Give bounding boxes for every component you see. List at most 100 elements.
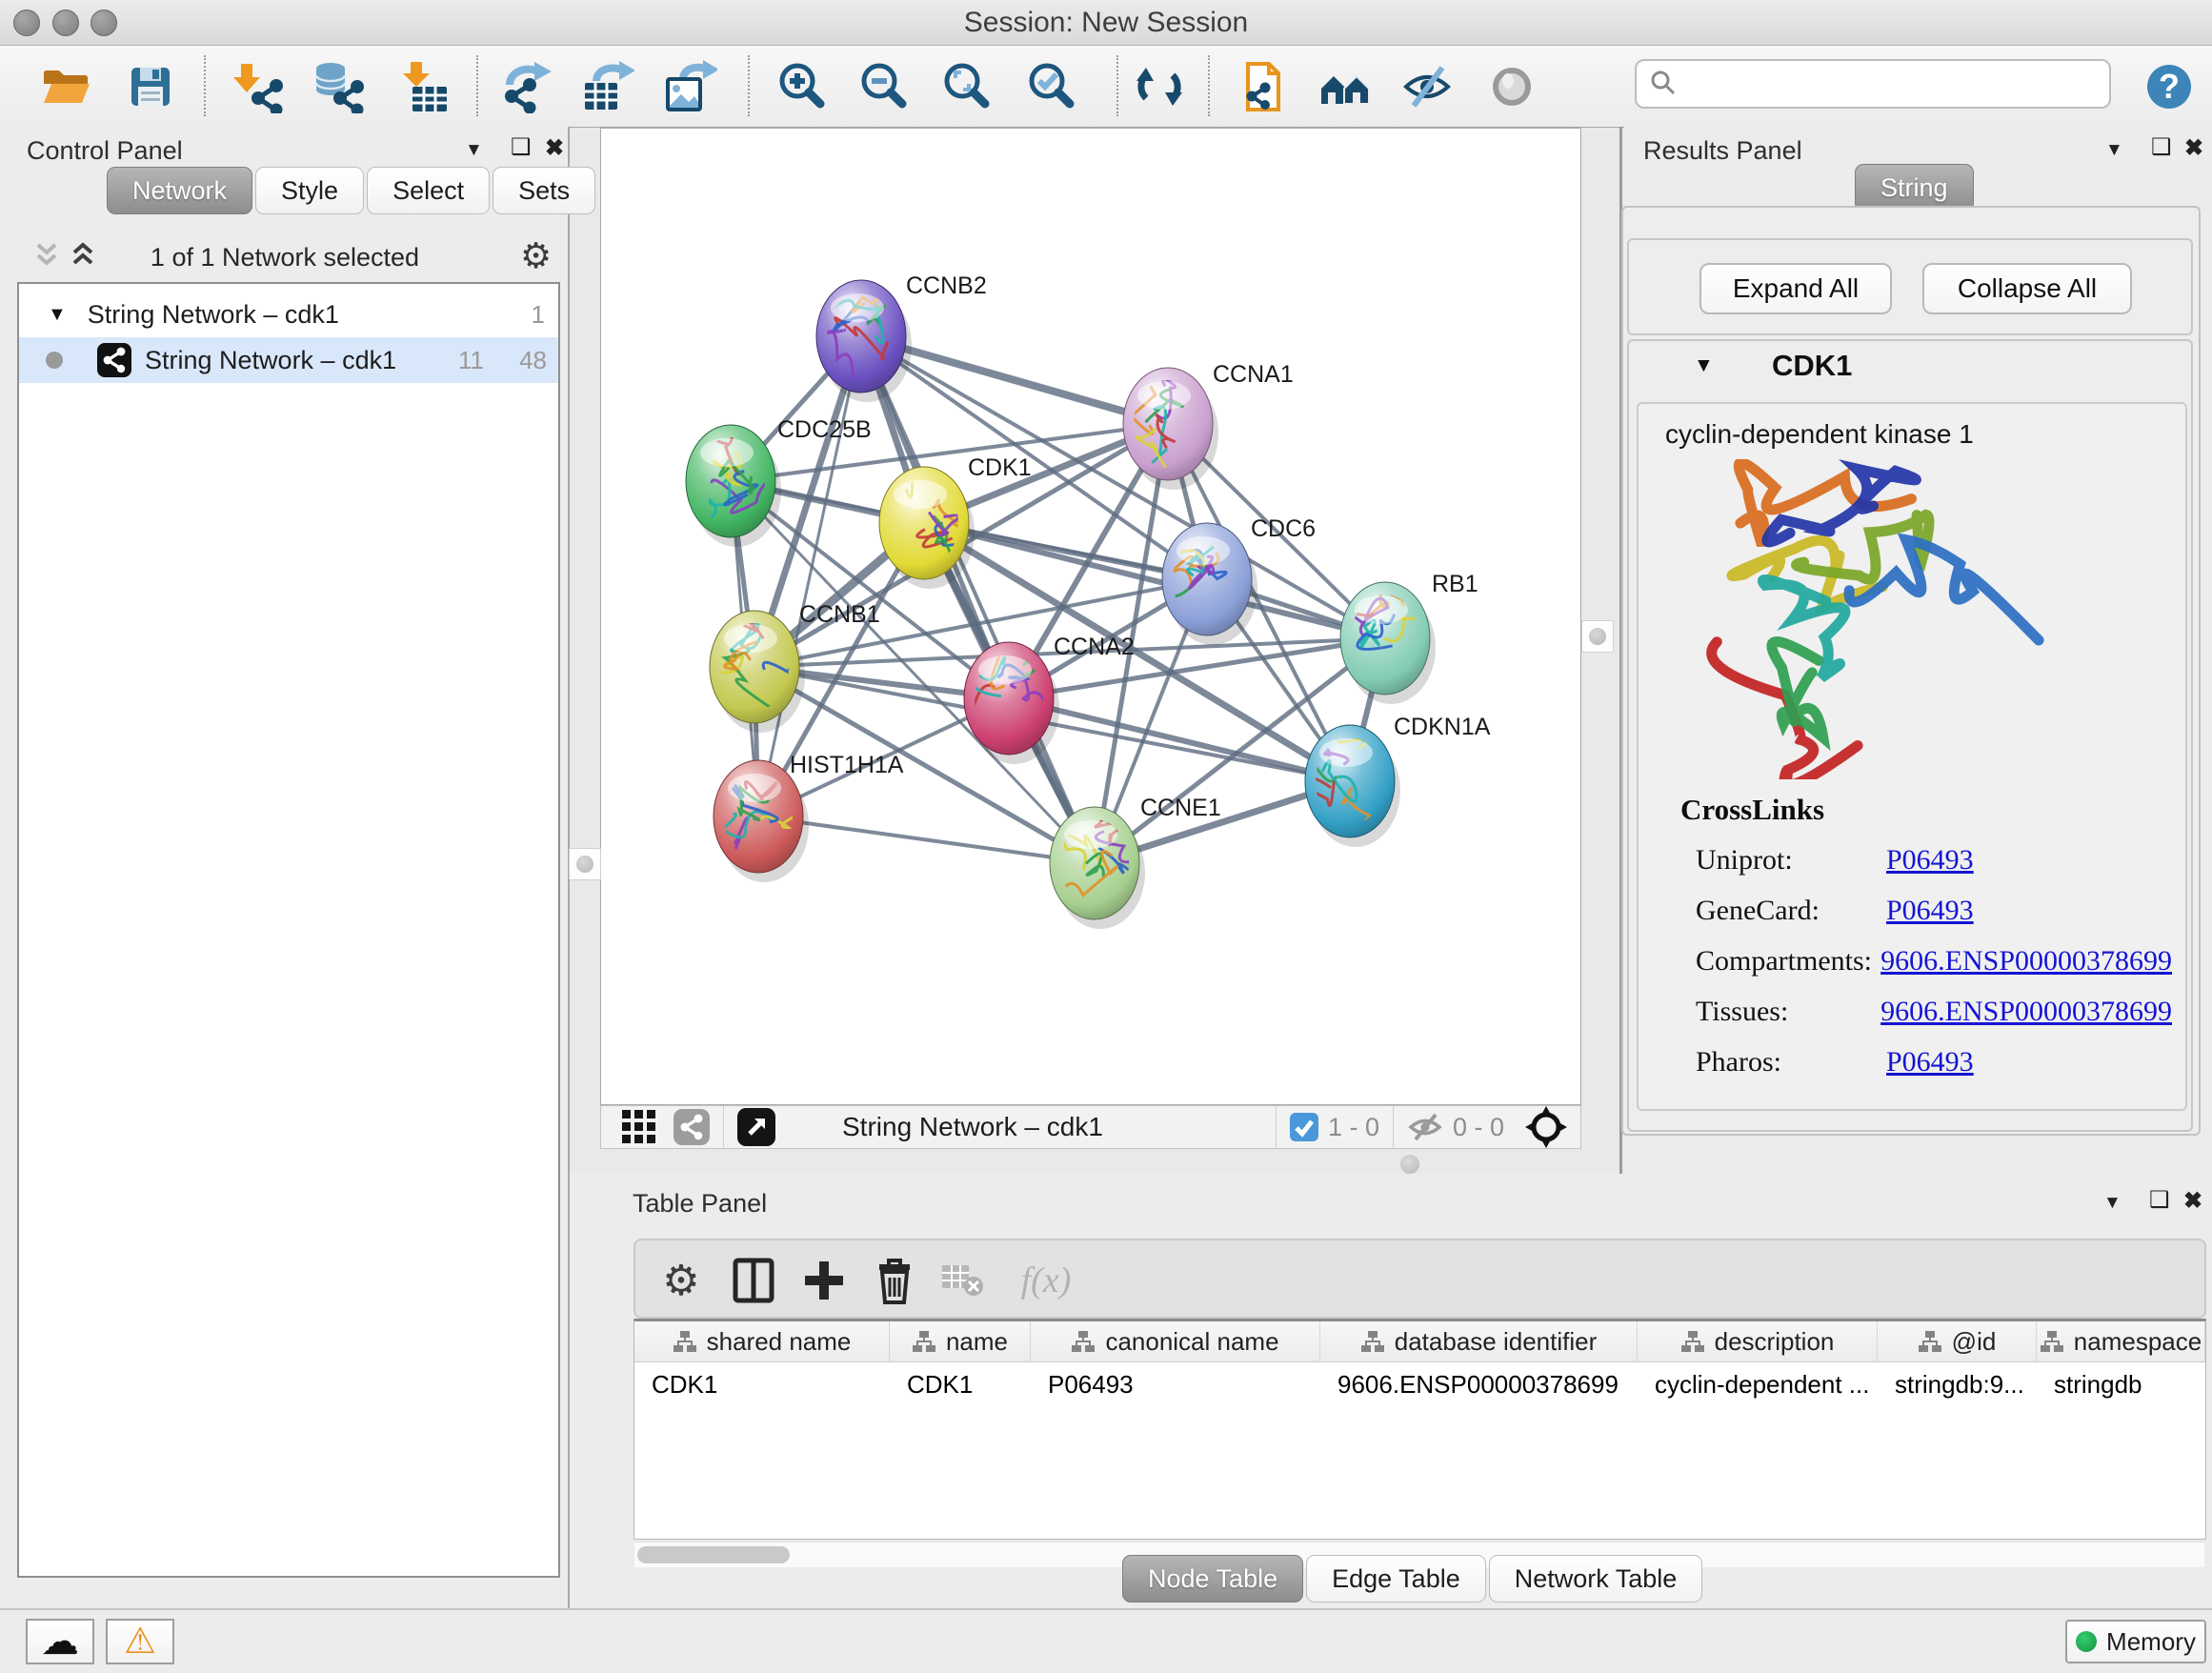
column-header-namespace[interactable]: namespace (2037, 1321, 2205, 1361)
network-edge-CCNB2-HIST1H1A[interactable] (758, 336, 861, 816)
open-session-icon[interactable] (38, 59, 93, 114)
tab-network[interactable]: Network (107, 167, 252, 214)
table-cell[interactable]: CDK1 (634, 1370, 890, 1400)
column-header-canonical-name[interactable]: canonical name (1031, 1321, 1320, 1361)
import-network-from-database-icon[interactable] (311, 59, 366, 114)
maximize-panel-icon[interactable]: ❑ (511, 133, 532, 162)
tab-node-table[interactable]: Node Table (1122, 1555, 1303, 1602)
crosslink-link[interactable]: 9606.ENSP00000378699 (1880, 996, 2172, 1028)
float-panel-icon[interactable]: ▼ (2103, 1189, 2122, 1218)
tab-style[interactable]: Style (255, 167, 364, 214)
network-node-CDC25B[interactable]: CDC25B (686, 416, 872, 547)
add-column-icon[interactable] (795, 1252, 853, 1309)
right-splitter-handle[interactable] (1581, 620, 1614, 653)
network-edge-CCNB2-CCNE1[interactable] (861, 336, 1095, 863)
close-panel-icon[interactable]: ✖ (2184, 134, 2203, 163)
section-expander-icon[interactable]: ▼ (1694, 354, 1714, 377)
save-session-icon[interactable] (123, 59, 178, 114)
minimize-window-button[interactable] (52, 10, 79, 36)
left-splitter-handle[interactable] (569, 848, 601, 880)
table-panel: Table Panel ▼ ❑ ✖ ⚙ f(x) shared namename… (570, 1174, 2212, 1608)
maximize-panel-icon[interactable]: ❑ (2151, 133, 2172, 162)
network-node-HIST1H1A[interactable]: HIST1H1A (710, 752, 904, 882)
column-header-description[interactable]: description (1638, 1321, 1878, 1361)
table-cell[interactable]: stringdb:9... (1878, 1370, 2037, 1400)
network-node-CCNE1[interactable]: CCNE1 (1050, 795, 1221, 929)
zoom-window-button[interactable] (90, 10, 117, 36)
search-input[interactable] (1679, 69, 2109, 100)
export-network-icon[interactable] (497, 59, 553, 114)
selected-checkbox-icon[interactable] (1290, 1113, 1318, 1141)
float-panel-icon[interactable]: ▼ (2105, 136, 2123, 165)
fit-selected-crosshair-icon[interactable] (1525, 1106, 1567, 1148)
tab-select[interactable]: Select (367, 167, 490, 214)
table-cell[interactable]: CDK1 (890, 1370, 1031, 1400)
tab-sets[interactable]: Sets (493, 167, 595, 214)
hidden-eye-icon[interactable] (1407, 1112, 1443, 1142)
expand-all-button[interactable]: Expand All (1699, 263, 1892, 314)
column-header-shared-name[interactable]: shared name (634, 1321, 890, 1361)
column-header-label: namespace (2074, 1327, 2202, 1357)
grid-view-icon[interactable] (622, 1110, 656, 1144)
column-header-name[interactable]: name (890, 1321, 1031, 1361)
share-document-icon[interactable] (1234, 59, 1289, 114)
column-header-database-identifier[interactable]: database identifier (1320, 1321, 1638, 1361)
close-panel-icon[interactable]: ✖ (2183, 1187, 2202, 1216)
horizontal-splitter-handle[interactable] (1400, 1155, 1419, 1174)
network-node-CDK1[interactable]: CDK1 (879, 454, 1032, 589)
memory-button[interactable]: Memory (2065, 1620, 2206, 1663)
tab-string[interactable]: String (1855, 164, 1974, 212)
hide-eye-icon[interactable] (1399, 59, 1455, 114)
network-node-CDKN1A[interactable]: CDKN1A (1295, 704, 1490, 847)
close-window-button[interactable] (13, 10, 40, 36)
crosslink-link[interactable]: 9606.ENSP00000378699 (1880, 945, 2172, 978)
refresh-layout-icon[interactable] (1132, 59, 1187, 114)
network-node-CCNB1[interactable]: CCNB1 (688, 601, 880, 733)
import-table-from-file-icon[interactable] (398, 59, 453, 114)
scrollbar-thumb[interactable] (637, 1546, 790, 1563)
zoom-selected-icon[interactable] (1023, 59, 1078, 114)
network-node-label: CCNB2 (906, 272, 987, 299)
table-cell[interactable]: cyclin-dependent ... (1638, 1370, 1878, 1400)
table-cell[interactable]: 9606.ENSP00000378699 (1320, 1370, 1638, 1400)
maximize-panel-icon[interactable]: ❑ (2149, 1186, 2170, 1215)
tab-network-table[interactable]: Network Table (1489, 1555, 1703, 1602)
network-row-selected[interactable]: String Network – cdk1 11 48 (19, 337, 558, 383)
collapse-all-button[interactable]: Collapse All (1922, 263, 2132, 314)
cloud-status-button[interactable]: ☁ (26, 1619, 94, 1664)
network-type-icon (97, 343, 131, 377)
zoom-in-icon[interactable] (774, 59, 829, 114)
eye-icon[interactable] (1484, 59, 1539, 114)
close-panel-icon[interactable]: ✖ (545, 134, 564, 163)
tab-edge-table[interactable]: Edge Table (1306, 1555, 1486, 1602)
zoom-out-icon[interactable] (855, 59, 911, 114)
float-panel-icon[interactable]: ▼ (465, 136, 483, 165)
column-header--id[interactable]: @id (1878, 1321, 2037, 1361)
export-image-icon[interactable] (663, 59, 718, 114)
show-columns-icon[interactable] (725, 1252, 782, 1309)
import-network-from-file-icon[interactable] (231, 59, 286, 114)
help-icon[interactable]: ? (2142, 59, 2197, 114)
network-node-CCNA1[interactable]: CCNA1 (1123, 361, 1294, 490)
crosslink-link[interactable]: P06493 (1886, 895, 1974, 927)
network-collection-row[interactable]: ▼ String Network – cdk1 1 (19, 292, 558, 337)
network-node-RB1[interactable]: RB1 (1339, 571, 1478, 704)
export-table-icon[interactable] (580, 59, 635, 114)
zoom-fit-icon[interactable] (938, 59, 994, 114)
table-settings-gear-icon[interactable]: ⚙ (653, 1252, 710, 1309)
crosslink-link[interactable]: P06493 (1886, 844, 1974, 877)
table-cell[interactable]: stringdb (2037, 1370, 2205, 1400)
home-icon[interactable] (1318, 59, 1374, 114)
network-options-gear-icon[interactable]: ⚙ (520, 235, 552, 276)
warnings-button[interactable]: ⚠ (106, 1619, 174, 1664)
table-row[interactable]: CDK1CDK1P064939606.ENSP00000378699cyclin… (634, 1362, 2205, 1406)
birdseye-view-icon[interactable] (737, 1108, 775, 1146)
network-share-view-icon[interactable] (674, 1109, 710, 1145)
network-selection-status: 1 of 1 Network selected (0, 243, 570, 272)
crosslink-link[interactable]: P06493 (1886, 1046, 1974, 1078)
tree-expander-icon[interactable]: ▼ (48, 304, 67, 326)
table-cell[interactable]: P06493 (1031, 1370, 1320, 1400)
network-canvas[interactable]: CCNB2CCNA1CDC25BCDK1CDC6RB1CCNB1CCNA2CDK… (600, 128, 1581, 1105)
network-node-CCNB2[interactable]: CCNB2 (816, 272, 987, 402)
delete-column-trash-icon[interactable] (866, 1252, 923, 1309)
